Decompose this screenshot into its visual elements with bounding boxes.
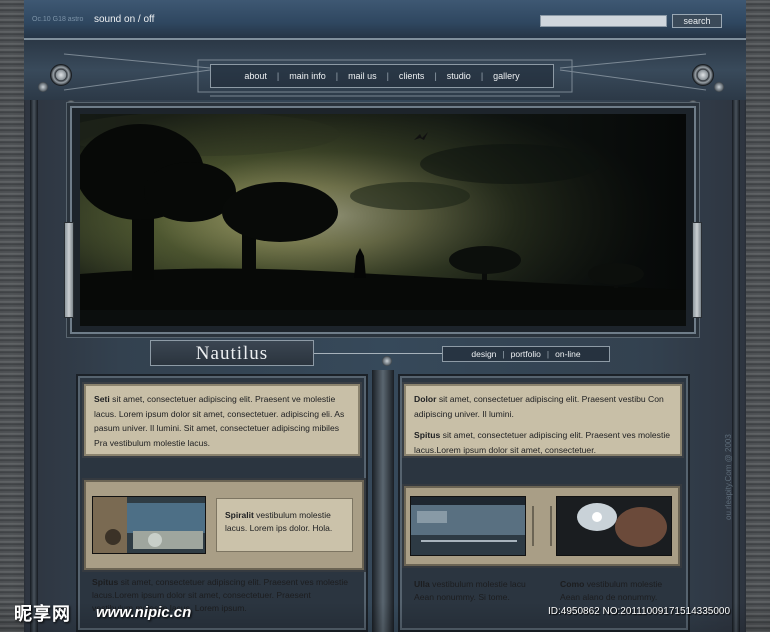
left-metal-rail: [0, 0, 24, 632]
right-inner-rail: [732, 96, 740, 632]
site-title: Nautilus: [195, 343, 269, 364]
left-inner-rail: [30, 96, 38, 632]
right-feature-right-text: Como vestibulum molestie Aean alano de n…: [560, 578, 678, 604]
hero-side-tab-right: [692, 222, 702, 318]
left-feature-thumbnail[interactable]: [92, 496, 206, 554]
sub-nav: design | portfolio | on-line: [442, 346, 610, 362]
search-button[interactable]: search: [672, 14, 722, 28]
copyright-text: ou.rleapity.Com @ 2003: [724, 434, 733, 520]
right-note-text-1: sit amet, consectetuer adipiscing elit. …: [414, 394, 664, 419]
hero-image: [80, 114, 686, 326]
center-column-pipe: [372, 370, 394, 632]
watermark-url: www.nipic.cn: [96, 604, 192, 621]
left-note-lead: Seti: [94, 394, 110, 404]
title-connector-line: [314, 353, 442, 354]
search-input[interactable]: [540, 15, 667, 27]
sound-toggle-link[interactable]: sound on / off: [94, 14, 154, 25]
right-note-lead-2: Spitus: [414, 430, 441, 440]
site-title-plate: Nautilus: [150, 340, 314, 366]
top-bar: Oc.10 G18 astro sound on / off search: [24, 0, 746, 40]
right-feature-left-lead: Ulla: [414, 579, 430, 589]
left-note-text: sit amet, consectetuer adipiscing elit. …: [94, 394, 345, 448]
left-feature-bottom-lead: Spitus: [92, 577, 119, 587]
nav-main-info[interactable]: main info: [279, 71, 336, 81]
date-text: Oc.10 G18 astro: [32, 16, 84, 23]
left-feature-caption: Spiralit vestibulum molestie lacus. Lore…: [216, 498, 353, 552]
right-note-lead-1: Dolor: [414, 394, 437, 404]
hero-side-tab-left: [64, 222, 74, 318]
right-note-panel: Dolor sit amet, consectetuer adipiscing …: [404, 384, 682, 456]
nav-about[interactable]: about: [234, 71, 277, 81]
nav-mail-us[interactable]: mail us: [338, 71, 387, 81]
right-feature-hinge: [532, 506, 552, 546]
right-feature-right-lead: Como: [560, 579, 585, 589]
subnav-design[interactable]: design: [465, 349, 502, 359]
right-metal-rail: [746, 0, 770, 632]
bolt-icon: [382, 356, 392, 366]
left-feature-caption-lead: Spiralit: [225, 510, 254, 520]
nav-clients[interactable]: clients: [389, 71, 435, 81]
right-feature-left-text: Ulla vestibulum molestie lacu Aean nonum…: [414, 578, 530, 604]
subnav-online[interactable]: on-line: [549, 349, 587, 359]
right-note-text-2: sit amet, consectetuer adipiscing elit. …: [414, 430, 671, 455]
nav-studio[interactable]: studio: [437, 71, 481, 81]
right-feature-thumbnail-2[interactable]: [556, 496, 672, 556]
right-feature-thumbnail-1[interactable]: [410, 496, 526, 556]
nav-gallery[interactable]: gallery: [483, 71, 530, 81]
subnav-portfolio[interactable]: portfolio: [505, 349, 547, 359]
left-note-panel: Seti sit amet, consectetuer adipiscing e…: [84, 384, 360, 456]
right-feature-left-body: vestibulum molestie lacu Aean nonummy. S…: [414, 579, 526, 602]
watermark-logo: 昵享网: [14, 604, 71, 624]
main-nav: about | main info | mail us | clients | …: [210, 64, 554, 88]
watermark-id: ID:4950862 NO:20111009171514335000: [548, 606, 731, 617]
